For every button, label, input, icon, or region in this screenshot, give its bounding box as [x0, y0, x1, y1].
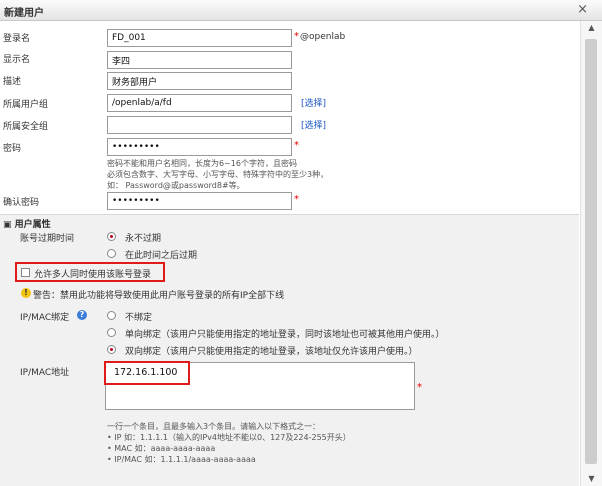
warning-icon: ! — [21, 288, 31, 298]
dialog-title: 新建用户 — [4, 8, 44, 19]
close-icon[interactable]: × — [577, 2, 588, 17]
password-hint-line: 必须包含数字、大写字母、小写字母、特殊字符中的至少3种， — [107, 170, 329, 179]
password-hint-line: 密码不能和用户名相同，长度为6~16个字符，且密码 — [107, 159, 297, 168]
warning-text: 警告：禁用此功能将导致使用此用户账号登录的所有IP全部下线 — [33, 291, 285, 301]
address-hint-line: 一行一个条目，且最多输入3个条目。请输入以下格式之一： — [107, 422, 321, 431]
multi-login-label: 允许多人同时使用该账号登录 — [34, 270, 152, 280]
binding-none-radio[interactable] — [107, 311, 116, 320]
binding-oneway-radio[interactable] — [107, 328, 116, 337]
security-group-input[interactable] — [107, 116, 292, 134]
user-group-input[interactable] — [107, 94, 292, 112]
expiry-never-radio[interactable] — [107, 232, 116, 241]
help-icon[interactable]: ? — [77, 310, 87, 320]
binding-oneway-label: 单向绑定（该用户只能使用指定的地址登录，同时该地址也可被其他用户使用。） — [125, 330, 445, 340]
address-hint-line: • IP 如：1.1.1.1（输入的IPv4地址不能以0、127及224-255… — [107, 433, 351, 442]
dialog-titlebar: 新建用户 × — [0, 0, 602, 21]
display-name-label: 显示名 — [3, 55, 31, 65]
user-attributes-title[interactable]: ▣ 用户属性 — [3, 217, 51, 230]
login-name-label: 登录名 — [3, 34, 31, 44]
address-hint-line: • MAC 如：aaaa-aaaa-aaaa — [107, 444, 216, 453]
user-attributes-section: ▣ 用户属性 账号过期时间 永不过期 在此时间之后过期 允许多人同时使用该账号登… — [0, 214, 579, 486]
new-user-dialog: 新建用户 × 登录名 * @openlab 显示名 描述 所属用户组 [选择] … — [0, 0, 602, 486]
description-input[interactable] — [107, 72, 292, 90]
expiry-label: 账号过期时间 — [20, 234, 75, 244]
select-user-group-link[interactable]: [选择] — [301, 96, 326, 109]
ip-mac-address-value: 172.16.1.100 — [114, 367, 178, 378]
required-mark: * — [417, 382, 422, 393]
required-mark: * — [294, 31, 299, 42]
password-input[interactable] — [107, 138, 292, 156]
dialog-content: 登录名 * @openlab 显示名 描述 所属用户组 [选择] 所属安全组 [… — [0, 21, 579, 486]
multi-login-checkbox[interactable] — [21, 268, 30, 277]
ip-mac-address-label: IP/MAC地址 — [20, 368, 70, 378]
required-mark: * — [294, 194, 299, 205]
confirm-password-input[interactable] — [107, 192, 292, 210]
binding-twoway-radio[interactable] — [107, 345, 116, 354]
login-name-suffix: @openlab — [300, 32, 346, 42]
password-label: 密码 — [3, 144, 22, 154]
user-attributes-title-text: 用户属性 — [14, 220, 51, 230]
display-name-input[interactable] — [107, 51, 292, 69]
address-hint-line: • IP/MAC 如：1.1.1.1/aaaa-aaaa-aaaa — [107, 455, 256, 464]
expiry-never-label: 永不过期 — [125, 234, 162, 244]
scrollbar-thumb[interactable] — [585, 39, 597, 464]
confirm-password-label: 确认密码 — [3, 198, 40, 208]
scroll-down-icon[interactable]: ▼ — [581, 472, 602, 486]
security-group-label: 所属安全组 — [3, 122, 49, 132]
required-mark: * — [294, 140, 299, 151]
binding-twoway-label: 双向绑定（该用户只能使用指定的地址登录，该地址仅允许该用户使用。） — [125, 347, 418, 357]
expiry-after-radio[interactable] — [107, 249, 116, 258]
expiry-after-label: 在此时间之后过期 — [125, 251, 198, 261]
user-group-label: 所属用户组 — [3, 100, 49, 110]
select-security-group-link[interactable]: [选择] — [301, 118, 326, 131]
ip-mac-binding-label: IP/MAC绑定 — [20, 313, 70, 323]
password-hint-line: 如： Password@或password8#等。 — [107, 181, 245, 190]
binding-none-label: 不绑定 — [125, 313, 153, 323]
vertical-scrollbar[interactable]: ▲ ▼ — [580, 21, 602, 486]
login-name-input[interactable] — [107, 29, 292, 47]
scroll-up-icon[interactable]: ▲ — [581, 21, 602, 35]
description-label: 描述 — [3, 77, 22, 87]
